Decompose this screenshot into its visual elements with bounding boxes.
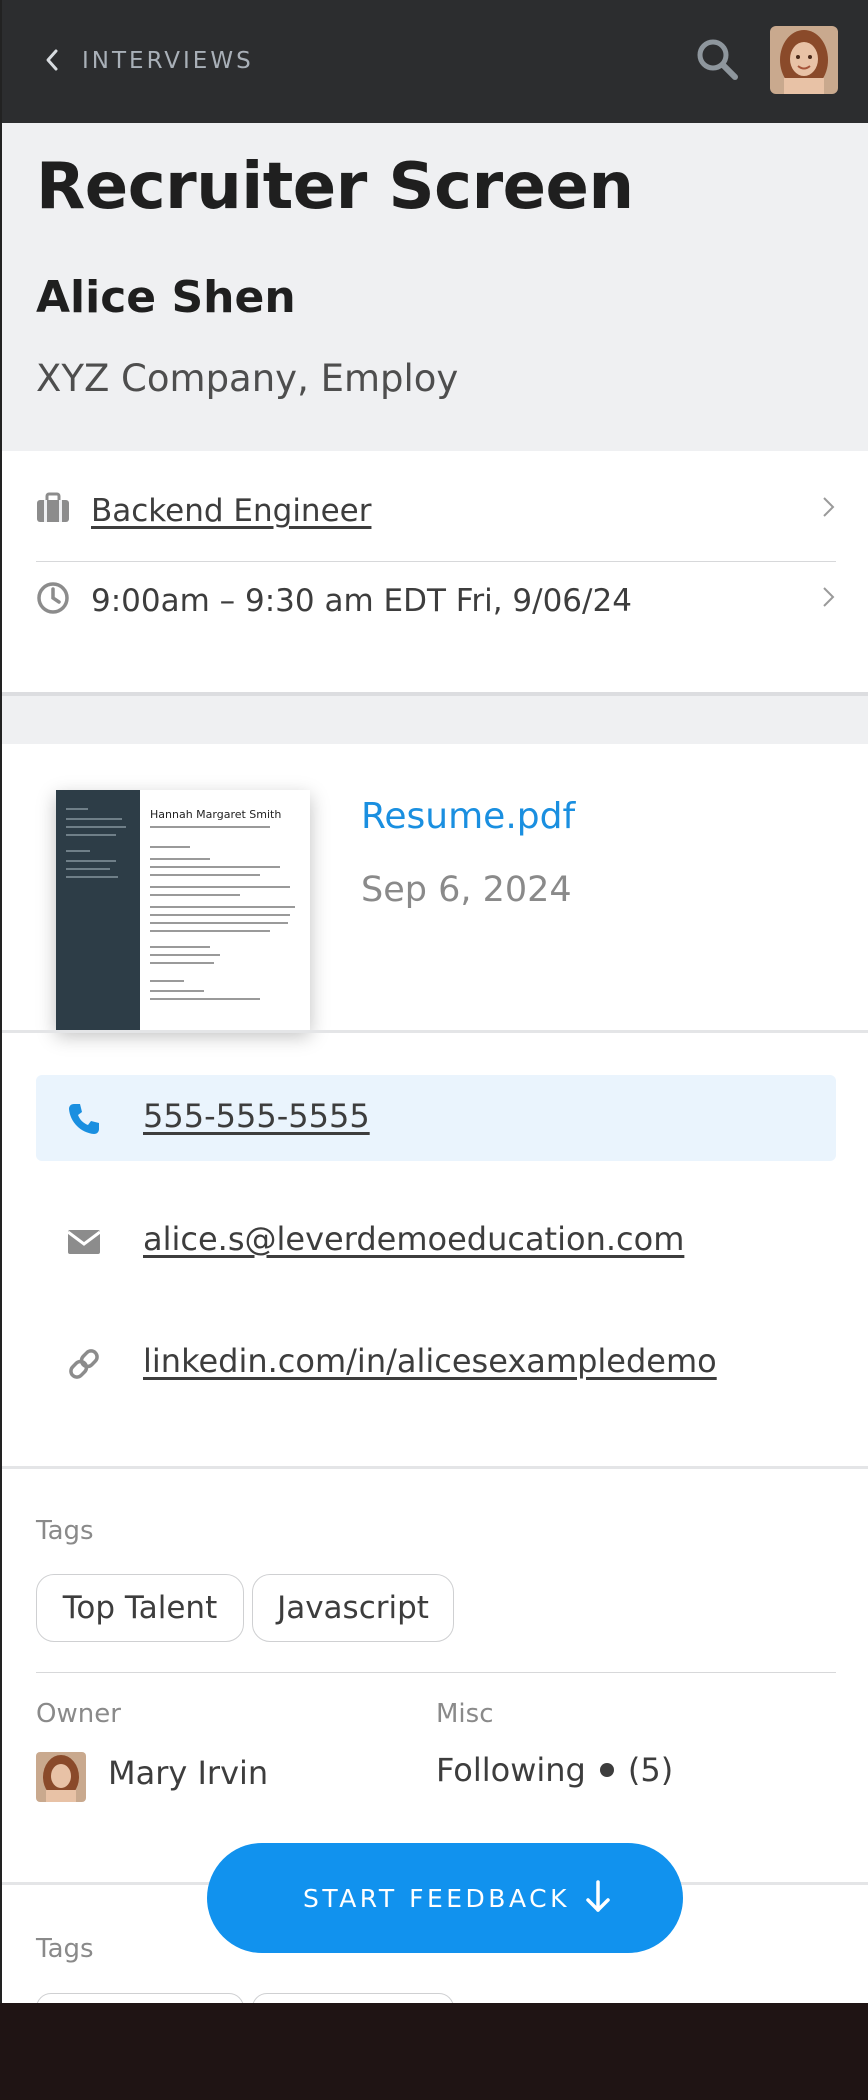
resume-line xyxy=(150,914,290,916)
resume-line xyxy=(150,946,210,948)
page-title: Recruiter Screen xyxy=(36,150,634,224)
back-link[interactable]: INTERVIEWS xyxy=(82,48,254,74)
resume-line xyxy=(150,826,270,828)
resume-line xyxy=(150,858,210,860)
start-feedback-label: START FEEDBACK xyxy=(303,1884,570,1913)
tags-label-repeat: Tags xyxy=(36,1934,94,1964)
linkedin-link[interactable]: linkedin.com/in/alicesexampledemo xyxy=(143,1342,717,1380)
resume-line xyxy=(150,954,220,956)
arrow-down-icon xyxy=(586,1880,610,1912)
phone-icon xyxy=(69,1104,99,1134)
tag-chip[interactable]: Top Talent xyxy=(36,1574,244,1642)
following-label: Following xyxy=(436,1751,586,1789)
resume-line xyxy=(150,922,288,924)
link-icon xyxy=(69,1349,99,1379)
candidate-name: Alice Shen xyxy=(36,272,296,323)
chevron-left-icon[interactable] xyxy=(42,45,62,75)
resume-line xyxy=(150,866,280,868)
resume-line xyxy=(150,990,204,992)
top-bar: INTERVIEWS xyxy=(2,0,868,123)
start-feedback-button[interactable]: START FEEDBACK xyxy=(207,1843,683,1953)
divider xyxy=(2,1030,868,1033)
following-count: (5) xyxy=(627,1751,674,1789)
clock-icon xyxy=(37,582,69,614)
search-icon[interactable] xyxy=(694,36,740,82)
tag-chip-partial[interactable] xyxy=(252,1993,454,2003)
email-row[interactable]: alice.s@leverdemoeducation.com xyxy=(36,1198,836,1284)
resume-line xyxy=(150,874,260,876)
resume-sidebar-line xyxy=(66,868,110,870)
resume-sidebar-line xyxy=(66,818,122,820)
resume-line xyxy=(150,980,184,982)
screen: INTERVIEWS Recruiter Screen Alice Shen X… xyxy=(0,0,868,2003)
tags-label: Tags xyxy=(36,1516,94,1546)
time-row[interactable]: 9:00am – 9:30 am EDT Fri, 9/06/24 xyxy=(36,561,836,647)
position-row[interactable]: Backend Engineer xyxy=(36,471,836,557)
divider xyxy=(36,1672,836,1673)
owner-label: Owner xyxy=(36,1699,121,1729)
following-status[interactable]: Following (5) xyxy=(436,1751,673,1789)
resume-sidebar-line xyxy=(66,850,90,852)
section-separator xyxy=(2,692,868,744)
divider xyxy=(2,1466,868,1469)
chevron-right-icon xyxy=(823,587,835,607)
resume-sidebar-line xyxy=(66,860,116,862)
resume-sidebar-line xyxy=(66,876,118,878)
phone-link[interactable]: 555-555-5555 xyxy=(143,1097,370,1135)
resume-line xyxy=(150,894,240,896)
resume-date: Sep 6, 2024 xyxy=(361,870,572,910)
resume-sidebar-line xyxy=(66,826,126,828)
position-link[interactable]: Backend Engineer xyxy=(91,493,371,529)
resume-file-link[interactable]: Resume.pdf xyxy=(361,796,575,837)
resume-line xyxy=(150,930,270,932)
linkedin-row[interactable]: linkedin.com/in/alicesexampledemo xyxy=(36,1320,836,1406)
candidate-company: XYZ Company, Employ xyxy=(36,357,459,400)
chevron-right-icon xyxy=(823,497,835,517)
misc-label: Misc xyxy=(436,1699,494,1729)
resume-line xyxy=(150,906,295,908)
interview-time: 9:00am – 9:30 am EDT Fri, 9/06/24 xyxy=(91,583,632,619)
resume-line xyxy=(150,998,260,1000)
dot-separator xyxy=(599,1763,614,1777)
tag-chip-partial[interactable] xyxy=(36,1993,244,2003)
resume-sidebar-line xyxy=(66,834,116,836)
phone-row[interactable]: 555-555-5555 xyxy=(36,1075,836,1161)
resume-line xyxy=(150,962,214,964)
owner-avatar xyxy=(36,1752,86,1802)
email-link[interactable]: alice.s@leverdemoeducation.com xyxy=(143,1220,684,1258)
resume-thumbnail[interactable]: Hannah Margaret Smith xyxy=(56,790,310,1030)
resume-sidebar-line xyxy=(66,808,88,810)
resume-line xyxy=(150,846,190,848)
system-navigation-bar xyxy=(0,2003,868,2100)
resume-line xyxy=(150,886,290,888)
user-avatar[interactable] xyxy=(770,26,838,94)
tag-chip[interactable]: Javascript xyxy=(252,1574,454,1642)
owner-name[interactable]: Mary Irvin xyxy=(108,1754,268,1792)
resume-thumbnail-name: Hannah Margaret Smith xyxy=(150,808,282,821)
briefcase-icon xyxy=(37,492,69,522)
mail-icon xyxy=(67,1230,101,1254)
